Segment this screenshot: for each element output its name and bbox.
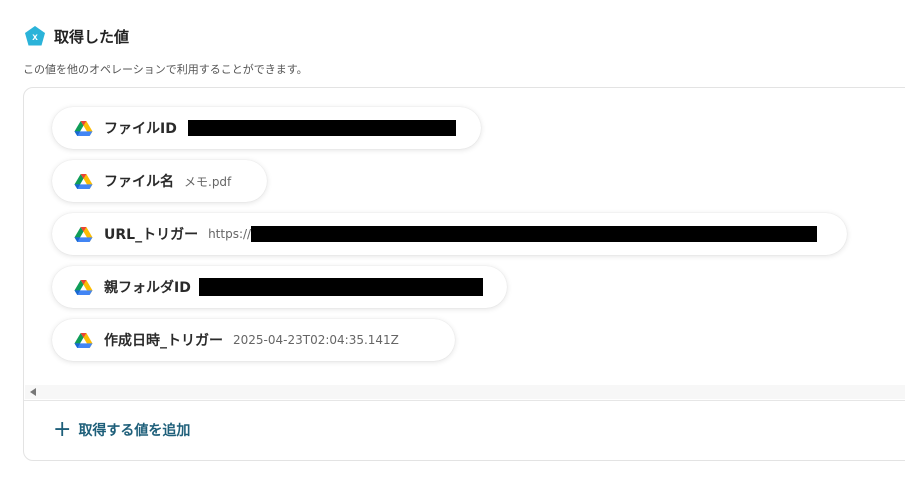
value-label: 作成日時_トリガー bbox=[104, 333, 223, 349]
add-value-button[interactable]: + 取得する値を追加 bbox=[53, 417, 191, 442]
google-drive-icon bbox=[74, 226, 93, 242]
scroll-left-arrow-icon[interactable] bbox=[30, 388, 36, 396]
values-panel: ファイルID ファイル名 メモ.pdf URL_トリガー https:// 親フ… bbox=[23, 87, 905, 461]
section-title: 取得した値 bbox=[54, 27, 130, 46]
google-drive-icon bbox=[74, 279, 93, 295]
google-drive-icon bbox=[74, 332, 93, 348]
redacted-value bbox=[187, 120, 456, 136]
value-chip-url-trigger[interactable]: URL_トリガー https:// bbox=[52, 213, 847, 255]
value-chip-created-at-trigger[interactable]: 作成日時_トリガー 2025-04-23T02:04:35.141Z bbox=[52, 319, 455, 361]
plus-icon: + bbox=[53, 417, 72, 442]
value-chip-parent-folder-id[interactable]: 親フォルダID bbox=[52, 266, 507, 308]
redacted-value bbox=[251, 226, 818, 242]
value-label: 親フォルダID bbox=[104, 280, 191, 296]
section-subtitle: この値を他のオペレーションで利用することができます。 bbox=[23, 63, 308, 76]
add-value-label: 取得する値を追加 bbox=[78, 423, 191, 439]
google-drive-icon bbox=[74, 120, 93, 136]
horizontal-scrollbar[interactable] bbox=[25, 385, 905, 399]
value-text: 2025-04-23T02:04:35.141Z bbox=[233, 333, 399, 347]
value-label: ファイル名 bbox=[104, 174, 174, 190]
google-drive-icon bbox=[74, 173, 93, 189]
value-label: ファイルID bbox=[104, 121, 177, 137]
value-chip-file-id[interactable]: ファイルID bbox=[52, 107, 481, 149]
svg-text:x: x bbox=[32, 32, 38, 43]
redacted-value bbox=[198, 278, 483, 296]
variable-x-icon: x bbox=[25, 26, 45, 46]
section-header: x 取得した値 bbox=[24, 25, 129, 47]
value-label: URL_トリガー bbox=[104, 227, 199, 243]
value-text: https:// bbox=[208, 227, 252, 241]
value-chip-file-name[interactable]: ファイル名 メモ.pdf bbox=[52, 160, 267, 202]
divider bbox=[24, 400, 905, 401]
value-text: メモ.pdf bbox=[184, 174, 232, 189]
